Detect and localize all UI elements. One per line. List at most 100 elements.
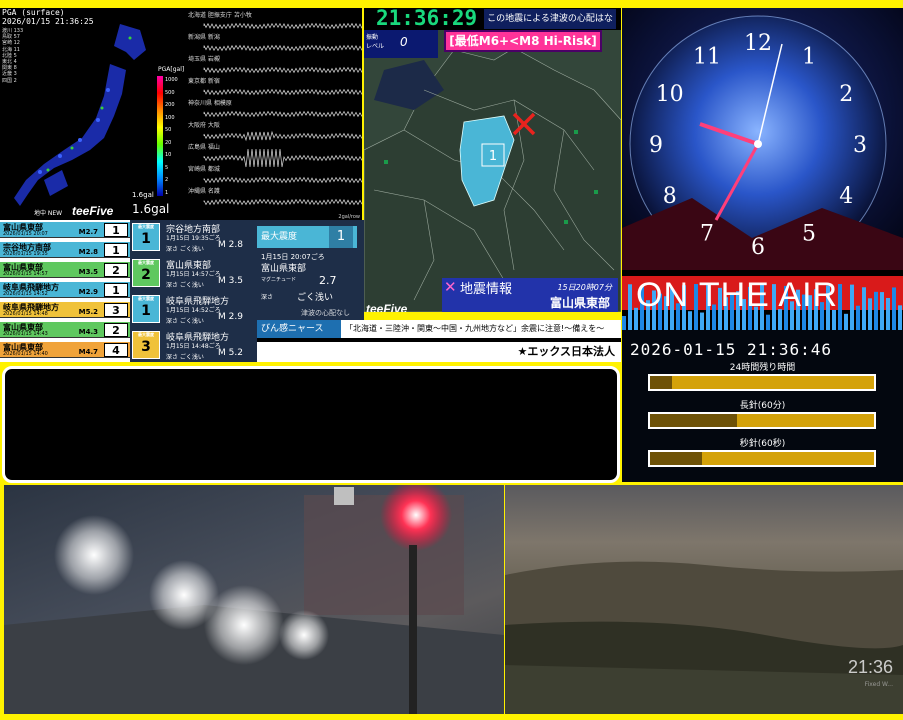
legend-ticks: 1000 500 200 100 50 20 10 5 2 1 — [165, 74, 178, 199]
waveform-station-label: 大阪府 大阪 — [188, 122, 220, 129]
sponsor-label: ★エックス日本法人 — [257, 342, 621, 362]
quake-x-icon: ✕ — [444, 278, 457, 296]
legend-tick: 1 — [165, 189, 169, 196]
quake-intensity: 4 — [104, 343, 128, 357]
quake-intensity: 2 — [104, 323, 128, 337]
intensity-caption: 最大震度 — [138, 260, 154, 265]
legend-tick: 500 — [165, 89, 175, 96]
tsunami-notice: この地震による津波の心配はなし — [484, 9, 616, 29]
quake-history-row: 富山県東部 2026/01/15 14:40 M4.7 4 — [0, 342, 130, 358]
timer-row-label: 24時間残り時間 — [729, 363, 796, 373]
detail-max-value: 1 — [329, 226, 353, 248]
quake-info-region: 富山県東部 — [549, 296, 610, 310]
quake-info-box: ✕ 地震情報 15日20時07分 富山県東部 — [442, 278, 618, 312]
legend-tick: 200 — [165, 102, 175, 108]
clock-numeral: 6 — [751, 235, 765, 260]
quake-magnitude: M4.3 — [78, 328, 98, 336]
waveform-trace — [203, 66, 362, 74]
teefive-logo: teeFive — [72, 204, 114, 218]
waveform-station-label: 埼玉県 岩槻 — [188, 56, 220, 63]
recent-quake-intensity: 最大震度 3 — [132, 331, 160, 359]
quake-intensity: 1 — [104, 283, 128, 297]
equalizer-bar — [874, 291, 878, 330]
clock-numeral: 8 — [663, 184, 677, 209]
quake-detail-panel: 最大震度 1 1月15日 20:07ごろ 富山県東部 マグニチュード 2.7 深… — [257, 220, 364, 320]
timer-progress-bar — [648, 450, 876, 467]
waveform-trace — [203, 130, 362, 142]
street-scene — [4, 485, 504, 714]
quake-date: 2026/01/15 14:57 — [3, 271, 48, 277]
waveform-trace — [203, 148, 362, 168]
recent-quake-magnitude: M 2.9 — [218, 312, 243, 322]
level-value: 0 — [400, 35, 408, 49]
recent-quake-card: 最大震度 1 宗谷地方南部 1月15日 19:35ごろ 深さ ごく浅い M 2.8 — [130, 220, 257, 256]
timer-datetime: 2026-01-15 21:36:46 — [630, 340, 833, 359]
earth-clock-graphic: 12 12 3 45 6 78 9 10 11 — [622, 8, 903, 280]
quake-history-row: 岐阜県飛騨地方 2026/01/15 14:52 M2.9 1 — [0, 282, 130, 298]
recent-quake-intensity: 最大震度 2 — [132, 259, 160, 287]
equalizer-bar — [850, 284, 854, 330]
clock-numeral: 3 — [853, 133, 867, 158]
equalizer-bar — [628, 284, 632, 330]
gal-value: 1.6gal — [132, 202, 170, 216]
quake-magnitude: M2.9 — [78, 288, 98, 296]
intensity-value: 1 — [141, 231, 151, 247]
intensity-value: 2 — [141, 267, 151, 283]
legend-tick: 50 — [165, 127, 172, 133]
equalizer-bar — [844, 313, 848, 330]
clock-numeral: 11 — [693, 45, 721, 70]
legend-tick: 5 — [165, 164, 169, 171]
recent-quake-intensity: 最大震度 1 — [132, 295, 160, 323]
news-ticker: びん感ニャース 「北海道・三陸沖・関東〜中国・九州地方など」余震に注意!〜備えを… — [257, 320, 621, 362]
detail-tsunami: 津波の心配なし — [301, 309, 350, 317]
quake-magnitude: M4.7 — [78, 348, 98, 356]
clock-numeral: 2 — [839, 82, 853, 107]
detail-magnitude-label: マグニチュード — [261, 277, 297, 283]
clock-numeral: 10 — [656, 82, 684, 107]
recent-quake-depth: 深さ ごく浅い — [166, 354, 204, 361]
quake-date: 2026/01/15 14:52 — [3, 291, 48, 297]
quake-history-row: 富山県東部 2026/01/15 14:57 M3.5 2 — [0, 262, 130, 278]
detail-max-intensity: 最大震度 1 — [257, 226, 357, 248]
legend-tick: 100 — [165, 114, 175, 121]
equalizer-bar — [862, 287, 866, 330]
seismic-title: PGA (surface) — [2, 8, 65, 17]
ticker-label: びん感ニャース — [257, 320, 341, 338]
waveform-station-label: 新潟県 新潟 — [188, 34, 220, 41]
waveform-trace — [203, 88, 362, 96]
quake-date: 2026/01/15 14:43 — [3, 331, 48, 337]
clock-numeral: 9 — [649, 133, 663, 158]
quake-intensity: 1 — [104, 223, 128, 237]
recent-quake-card: 最大震度 2 富山県東部 1月15日 14:57ごろ 深さ ごく浅い M 3.5 — [130, 256, 257, 292]
message-box — [2, 366, 620, 483]
recent-quake-time: 1月15日 19:35ごろ — [166, 235, 221, 242]
equalizer-bar — [838, 284, 842, 330]
recent-quake-depth: 深さ ごく浅い — [166, 246, 204, 253]
recent-quake-intensity: 最大震度 1 — [132, 223, 160, 251]
detail-magnitude: 2.7 — [319, 274, 337, 287]
legend-tick: 1000 — [165, 77, 178, 83]
landscape-scene — [505, 561, 903, 714]
teefive-logo-map: teeFive — [366, 302, 408, 312]
equalizer-bar — [892, 287, 896, 330]
recent-quake-card: 最大震度 3 岐阜県飛騨地方 1月15日 14:48ごろ 深さ ごく浅い M 5.2 — [130, 328, 257, 362]
clock-numeral: 1 — [802, 45, 816, 70]
recent-quake-card: 最大震度 1 岐阜県飛騨地方 1月15日 14:52ごろ 深さ ごく浅い M 2.9 — [130, 292, 257, 328]
recent-quake-time: 1月15日 14:57ごろ — [166, 271, 221, 278]
quake-intensity: 2 — [104, 263, 128, 277]
clock-numeral: 7 — [700, 221, 714, 246]
landscape-camera-feed: 21:36 Fixed W... — [505, 485, 903, 714]
recent-quake-magnitude: M 5.2 — [218, 348, 243, 358]
analog-clock-artwork: 12 1 2 3 4 5 6 7 8 9 10 11 — [622, 8, 903, 280]
legend-tick: 20 — [165, 139, 172, 146]
digital-clock: 21:36:29 — [376, 8, 478, 30]
equalizer-bar — [886, 297, 890, 330]
waveform-trace — [203, 198, 362, 206]
detail-region: 富山県東部 — [261, 264, 307, 274]
street-camera-feed — [4, 485, 504, 714]
waveform-trace — [203, 44, 362, 52]
pga-color-legend — [157, 76, 163, 196]
recent-quake-magnitude: M 2.8 — [218, 240, 243, 250]
clock-bar: 21:36:29 この地震による津波の心配はなし — [364, 8, 621, 30]
equalizer-bar — [856, 305, 860, 330]
